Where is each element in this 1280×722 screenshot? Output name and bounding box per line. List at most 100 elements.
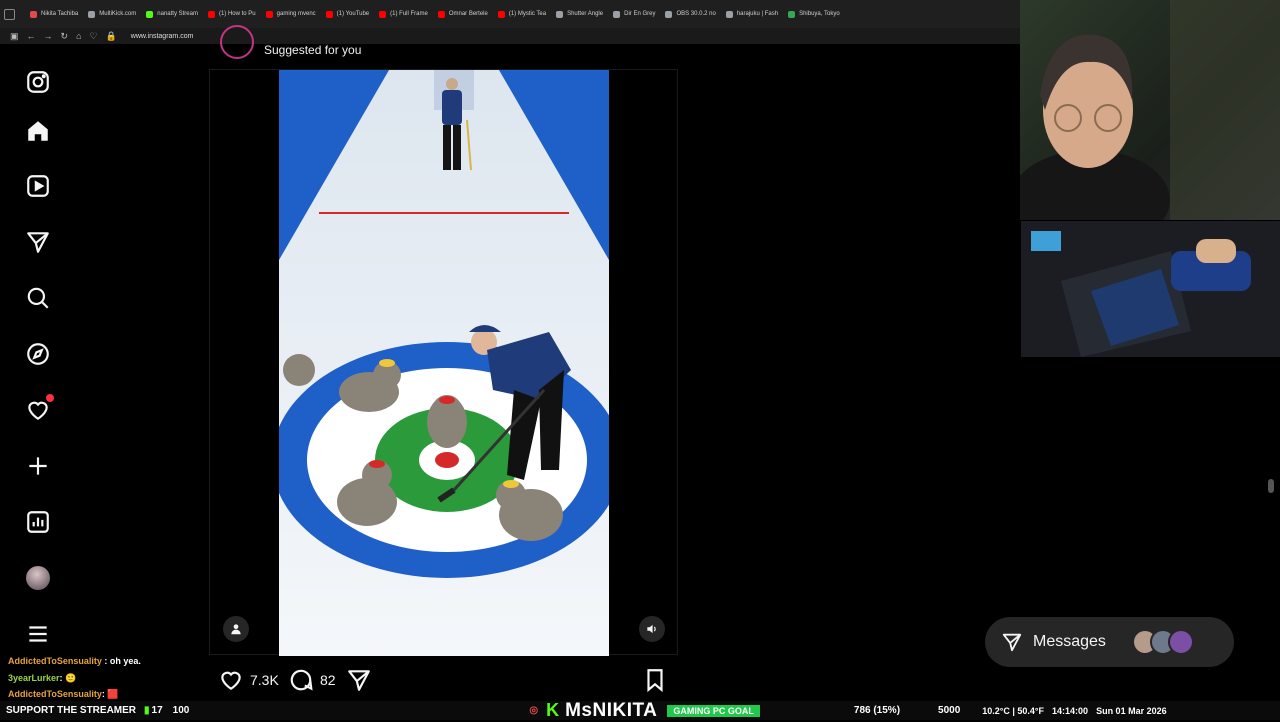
bookmark-label: (1) Mystic Tea	[508, 11, 547, 17]
messages-label: Messages	[1033, 633, 1106, 650]
home-nav-icon[interactable]	[24, 117, 52, 145]
count-b: 100	[172, 705, 190, 716]
lock-icon[interactable]: 🔒	[106, 31, 117, 42]
bookmark-label: Shutter Angle	[567, 11, 604, 17]
like-button[interactable]: 7.3K	[218, 667, 279, 693]
share-icon	[348, 670, 370, 691]
bookmark-item[interactable]: Shutter Angle	[552, 5, 607, 23]
post-video[interactable]	[279, 70, 609, 656]
bookmark-label: OBS 30.0.2 no	[676, 11, 716, 17]
bookmark-favicon-icon	[788, 10, 796, 18]
bookmark-label: (1) YouTube	[336, 11, 370, 17]
bookmark-item[interactable]: Nikita Tachiba	[26, 5, 82, 23]
bookmark-label: gaming mvenc	[276, 11, 316, 17]
kick-small-icon: ▮	[144, 705, 150, 716]
direct-nav-icon[interactable]	[24, 228, 52, 256]
save-button[interactable]	[642, 667, 668, 693]
bookmarks-bar: Nikita Tachiba MultiKick.com nanatty Strea…	[0, 0, 1020, 28]
notifications-nav-icon[interactable]	[24, 394, 54, 424]
window-controls	[4, 9, 15, 20]
bookmark-favicon-icon	[725, 10, 733, 18]
bookmark-item[interactable]: Omnar Bertele	[434, 5, 492, 23]
avatar	[26, 566, 50, 590]
search-nav-icon[interactable]	[24, 284, 52, 312]
streamer-brand: MsNIKITA	[565, 699, 658, 721]
bookmark-favicon-icon	[556, 10, 564, 18]
bookmark-label: MultiKick.com	[99, 11, 137, 17]
bookmark-favicon-icon	[497, 10, 505, 18]
explore-nav-icon[interactable]	[24, 340, 52, 368]
emote-icon: 🟥	[107, 689, 119, 699]
bookmark-label: Dir En Grey	[624, 11, 656, 17]
webcam-face	[1020, 0, 1280, 220]
instagram-ticker-icon: ◎	[529, 705, 539, 716]
date: Sun 01 Mar 2026	[1096, 705, 1167, 716]
direct-icon	[1002, 633, 1022, 652]
more-menu-icon[interactable]	[24, 620, 52, 648]
messages-button[interactable]: Messages	[985, 617, 1234, 667]
stream-ticker: SUPPORT THE STREAMER ▮ 17 100 ◎ K MsNIKI…	[0, 699, 1280, 721]
kick-logo-icon: K	[546, 700, 560, 720]
bookmark-item[interactable]: harajuku | Fash	[722, 5, 782, 23]
shield-icon[interactable]: ♡	[90, 31, 98, 42]
bookmark-item[interactable]: (1) YouTube	[322, 5, 373, 23]
tagged-users-button[interactable]	[223, 616, 249, 642]
bookmark-label: nanatty Stream	[157, 11, 198, 17]
back-icon[interactable]: ←	[27, 31, 36, 41]
bookmark-label: (1) Full Frame	[390, 11, 428, 17]
bookmark-item[interactable]: gaming mvenc	[262, 5, 320, 23]
emote-icon: 🙂	[65, 672, 77, 683]
goal-progress: 786 (15%)	[853, 705, 901, 716]
reload-icon[interactable]: ↻	[61, 31, 69, 42]
bookmark-item[interactable]: OBS 30.0.2 no	[661, 5, 719, 23]
bookmark-favicon-icon	[437, 10, 445, 18]
tab-icon[interactable]	[4, 9, 15, 20]
bookmark-item[interactable]: MultiKick.com	[84, 5, 140, 23]
bookmark-item[interactable]: (1) How to Pu	[204, 5, 260, 23]
bookmark-favicon-icon	[665, 10, 673, 18]
stream-chat: AddictedToSensuality : oh yea. 3yearLurk…	[8, 653, 141, 703]
bookmark-item[interactable]: Dir En Grey	[609, 5, 659, 23]
bookmark-favicon-icon	[325, 10, 333, 18]
dashboard-nav-icon[interactable]	[24, 508, 52, 536]
address-bar: ▣ ← → ↻ ⌂ ♡ 🔒 www.instagram.com	[0, 28, 1020, 44]
curling-scene-image	[279, 70, 609, 656]
goal-label: GAMING PC GOAL	[667, 704, 760, 717]
comment-button[interactable]: 82	[288, 667, 336, 693]
post-header: Suggested for you	[220, 25, 361, 60]
bookmark-item[interactable]: (1) Mystic Tea	[494, 5, 550, 23]
url-text[interactable]: www.instagram.com	[131, 33, 194, 40]
bookmark-label: Omnar Bertele	[448, 11, 488, 17]
webcam-desk	[1021, 221, 1280, 357]
comment-icon	[290, 669, 313, 691]
like-count: 7.3K	[250, 672, 279, 688]
bookmark-favicon-icon	[613, 10, 621, 18]
comment-count: 82	[320, 672, 336, 688]
count-a: 17	[151, 705, 163, 716]
bookmark-item[interactable]: Shibuya, Tokyo	[784, 5, 844, 23]
sidebar-toggle-icon[interactable]: ▣	[10, 31, 19, 42]
home-icon[interactable]: ⌂	[76, 31, 81, 41]
bookmark-favicon-icon	[379, 10, 387, 18]
page-scrollbar[interactable]	[1268, 479, 1274, 493]
bookmark-favicon-icon	[265, 10, 273, 18]
bookmark-favicon-icon	[207, 10, 215, 18]
post-author-avatar[interactable]	[220, 25, 254, 59]
bookmark-item[interactable]: (1) Full Frame	[375, 5, 432, 23]
avatar	[1167, 629, 1194, 655]
instagram-logo-icon[interactable]	[24, 68, 52, 96]
reels-nav-icon[interactable]	[24, 172, 52, 200]
bookmark-favicon-icon	[146, 10, 154, 18]
forward-icon[interactable]: →	[44, 31, 53, 41]
weather: 10.2°C | 50.4°F	[982, 705, 1045, 716]
audio-toggle-button[interactable]	[639, 616, 665, 642]
instagram-sidebar	[0, 44, 78, 684]
heart-icon	[221, 671, 241, 690]
notification-dot	[46, 394, 54, 402]
share-button[interactable]	[346, 667, 372, 693]
create-nav-icon[interactable]	[24, 452, 52, 480]
profile-nav-avatar[interactable]	[24, 564, 52, 592]
bookmark-item[interactable]: nanatty Stream	[142, 5, 202, 23]
chat-message: AddictedToSensuality : oh yea.	[8, 656, 141, 666]
bookmark-label: Shibuya, Tokyo	[799, 11, 840, 17]
